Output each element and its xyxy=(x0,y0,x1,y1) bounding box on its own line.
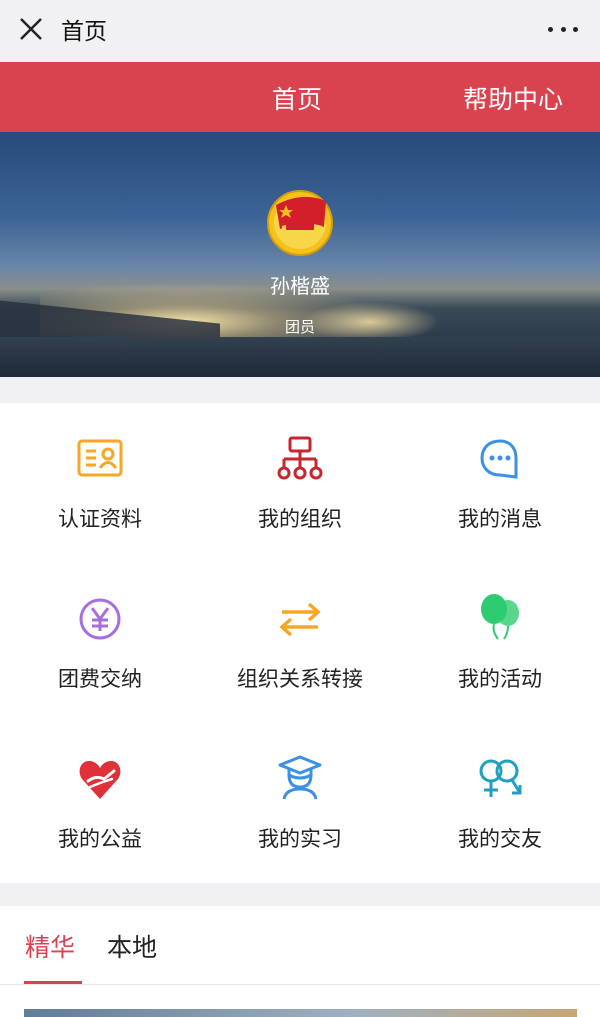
transfer-arrows-icon xyxy=(279,602,321,637)
divider xyxy=(0,984,600,985)
menu-label: 我的组织 xyxy=(258,507,342,531)
yuan-coin-icon xyxy=(79,598,121,640)
nav-help-center-link[interactable]: 帮助中心 xyxy=(463,80,563,116)
menu-item-verify-info[interactable]: 认证资料 xyxy=(0,403,200,563)
menu-item-my-internship[interactable]: 我的实习 xyxy=(200,723,400,883)
gender-icon xyxy=(479,759,522,797)
menu-label: 团费交纳 xyxy=(58,667,142,691)
tab-featured[interactable]: 精华 xyxy=(25,928,75,964)
menu-label: 我的消息 xyxy=(458,507,542,531)
org-chart-icon xyxy=(277,436,323,480)
league-badge-icon[interactable] xyxy=(262,183,338,259)
content-tabs: 精华 本地 xyxy=(0,906,600,1017)
user-name: 孙楷盛 xyxy=(270,274,330,298)
tab-local[interactable]: 本地 xyxy=(107,928,157,964)
menu-item-my-activities[interactable]: 我的活动 xyxy=(400,563,600,723)
user-role: 团员 xyxy=(284,318,315,336)
menu-item-my-friends[interactable]: 我的交友 xyxy=(400,723,600,883)
menu-item-transfer-relation[interactable]: 组织关系转接 xyxy=(200,563,400,723)
article-card-image[interactable] xyxy=(24,1009,577,1017)
heart-hand-icon xyxy=(79,761,121,799)
more-options-icon[interactable] xyxy=(548,17,578,41)
chat-bubble-icon xyxy=(480,439,518,479)
menu-item-my-charity[interactable]: 我的公益 xyxy=(0,723,200,883)
menu-label: 组织关系转接 xyxy=(237,667,363,691)
close-icon[interactable] xyxy=(16,14,46,44)
page-title: 首页 xyxy=(61,19,107,45)
menu-label: 我的交友 xyxy=(458,827,542,851)
id-card-icon xyxy=(77,439,123,477)
menu-label: 认证资料 xyxy=(58,507,142,531)
menu-label: 我的公益 xyxy=(58,827,142,851)
graduate-icon xyxy=(278,755,322,800)
menu-item-my-organization[interactable]: 我的组织 xyxy=(200,403,400,563)
balloons-icon xyxy=(481,594,519,640)
menu-label: 我的实习 xyxy=(258,827,342,851)
menu-item-league-fees[interactable]: 团费交纳 xyxy=(0,563,200,723)
menu-grid: 认证资料 我的组织 我的消息 团费交纳 组织关系转接 我的活动 我的公益 我的实… xyxy=(0,403,600,883)
top-nav: 首页 帮助中心 xyxy=(0,62,600,132)
nav-home-link[interactable]: 首页 xyxy=(272,80,322,116)
title-bar: 首页 xyxy=(0,0,600,62)
menu-item-my-messages[interactable]: 我的消息 xyxy=(400,403,600,563)
menu-label: 我的活动 xyxy=(458,667,542,691)
